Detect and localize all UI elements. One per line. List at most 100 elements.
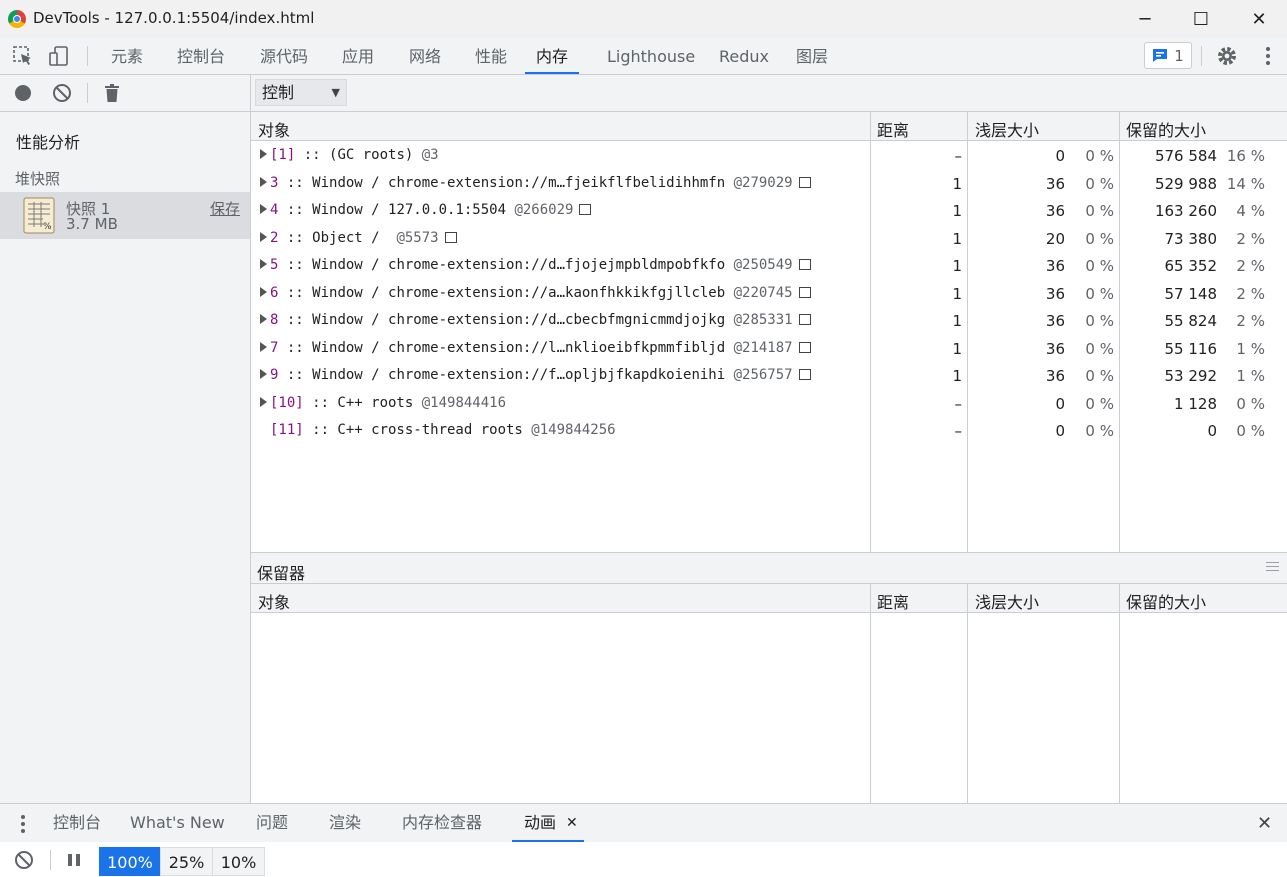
- dropdown-arrow-icon: ▼: [331, 86, 340, 99]
- retainers-column-object[interactable]: 对象: [258, 589, 290, 613]
- pause-all-icon[interactable]: [64, 851, 84, 869]
- shallow-size-cell: 36: [1045, 284, 1065, 303]
- drawer-tab-memory-inspector[interactable]: 内存检查器: [402, 804, 482, 842]
- tab-layers[interactable]: 图层: [787, 38, 837, 74]
- tab-elements[interactable]: 元素: [102, 38, 152, 74]
- main-tab-bar: 元素 控制台 源代码 应用 网络 性能 内存 Lighthouse Redux …: [0, 38, 1287, 75]
- retained-size-cell: 163 260: [1154, 202, 1217, 220]
- drawer-tab-issues[interactable]: 问题: [256, 804, 288, 842]
- drawer-menu-icon[interactable]: [14, 813, 32, 835]
- tab-sources[interactable]: 源代码: [251, 38, 317, 74]
- expand-triangle-icon[interactable]: [260, 396, 267, 407]
- reveal-in-panel-icon[interactable]: [579, 204, 592, 215]
- tab-console[interactable]: 控制台: [168, 38, 234, 74]
- object-id: @149844256: [531, 422, 616, 438]
- column-header-object[interactable]: 对象: [258, 117, 290, 141]
- distance-cell: 1: [952, 174, 962, 193]
- expand-triangle-icon[interactable]: [260, 286, 267, 297]
- table-row[interactable]: [11] :: C++ cross-thread roots @14984425…: [251, 417, 1287, 445]
- tab-redux[interactable]: Redux: [710, 38, 778, 74]
- record-icon[interactable]: [12, 83, 34, 103]
- reveal-in-panel-icon[interactable]: [798, 341, 811, 353]
- object-label: [10]: [270, 394, 304, 411]
- shallow-percent-cell: 0 %: [1085, 422, 1114, 440]
- table-row[interactable]: 6 :: Window / chrome-extension://a…kaonf…: [251, 280, 1287, 308]
- close-window-button[interactable]: ✕: [1236, 0, 1282, 38]
- object-id: @285331: [733, 312, 793, 328]
- resize-handle-icon[interactable]: [1266, 562, 1279, 571]
- object-description: :: C++ roots: [303, 394, 422, 411]
- speed-10-button[interactable]: 10%: [212, 847, 265, 876]
- retained-size-cell: 65 352: [1164, 257, 1218, 275]
- expand-triangle-icon[interactable]: [260, 149, 267, 159]
- expand-triangle-icon[interactable]: [260, 204, 267, 214]
- column-header-distance[interactable]: 距离: [877, 117, 909, 141]
- tab-lighthouse[interactable]: Lighthouse: [598, 38, 704, 74]
- table-row[interactable]: 3 :: Window / chrome-extension://m…fjeik…: [251, 170, 1287, 198]
- tab-application[interactable]: 应用: [333, 38, 383, 74]
- shallow-percent-cell: 0 %: [1085, 257, 1114, 275]
- expand-triangle-icon[interactable]: [260, 259, 267, 269]
- retained-size-cell: 55 116: [1164, 339, 1218, 358]
- close-drawer-icon[interactable]: ✕: [1257, 813, 1272, 834]
- view-mode-select[interactable]: 控制 ▼: [255, 79, 347, 106]
- snapshot-save-link[interactable]: 保存: [210, 198, 240, 219]
- tab-memory[interactable]: 内存: [525, 38, 579, 74]
- retained-percent-cell: 2 %: [1236, 312, 1265, 330]
- drawer-tab-animations[interactable]: 动画 ✕: [512, 804, 584, 842]
- table-row[interactable]: [10] :: C++ roots @149844416 – 0 0 % 1 128 0 …: [251, 390, 1287, 418]
- reveal-in-panel-icon[interactable]: [798, 259, 811, 270]
- settings-gear-icon[interactable]: [1214, 44, 1240, 68]
- table-row[interactable]: 5 :: Window / chrome-extension://d…fjoje…: [251, 252, 1287, 280]
- object-id: @220745: [733, 284, 793, 301]
- table-row[interactable]: 7 :: Window / chrome-extension://l…nklio…: [251, 335, 1287, 363]
- table-row[interactable]: 9 :: Window / chrome-extension://f…opljb…: [251, 362, 1287, 390]
- drawer-tab-console[interactable]: 控制台: [53, 804, 101, 842]
- expand-triangle-icon[interactable]: [260, 369, 267, 379]
- shallow-size-cell: 20: [1045, 229, 1065, 248]
- retainers-column-distance[interactable]: 距离: [877, 589, 909, 613]
- object-description: :: Window / chrome-extension://m…fjeikfl…: [278, 174, 734, 191]
- close-tab-icon[interactable]: ✕: [566, 804, 578, 842]
- object-cell: 3 :: Window / chrome-extension://m…fjeik…: [260, 175, 811, 191]
- object-description: :: Window / chrome-extension://d…fjojejm…: [278, 257, 734, 273]
- expand-triangle-icon[interactable]: [260, 231, 267, 242]
- reveal-in-panel-icon[interactable]: [798, 314, 811, 325]
- reveal-in-panel-icon[interactable]: [798, 369, 811, 380]
- snapshot-item[interactable]: % 快照 1 3.7 MB 保存: [0, 192, 250, 239]
- retainers-column-shallow-size[interactable]: 浅层大小: [975, 589, 1039, 613]
- drawer-tab-whats-new[interactable]: What's New: [130, 804, 225, 842]
- more-options-icon[interactable]: [1258, 44, 1278, 68]
- minimize-button[interactable]: ─: [1122, 0, 1168, 38]
- speed-25-button[interactable]: 25%: [160, 847, 213, 876]
- distance-cell: –: [954, 394, 963, 413]
- shallow-size-cell: 36: [1045, 257, 1065, 275]
- tab-network[interactable]: 网络: [400, 38, 450, 74]
- reveal-in-panel-icon[interactable]: [798, 176, 811, 188]
- tab-performance[interactable]: 性能: [466, 38, 516, 74]
- object-description: :: Window / chrome-extension://f…opljbjf…: [278, 367, 734, 383]
- drawer-tab-rendering[interactable]: 渲染: [329, 804, 361, 842]
- maximize-button[interactable]: ☐: [1178, 0, 1224, 38]
- table-row[interactable]: 2 :: Object / @5573 1 20 0 % 73 380 2 %: [251, 225, 1287, 253]
- clear-all-icon[interactable]: [51, 83, 73, 103]
- column-header-retained-size[interactable]: 保留的大小: [1126, 117, 1206, 141]
- retainers-column-retained-size[interactable]: 保留的大小: [1126, 589, 1206, 613]
- trash-icon[interactable]: [101, 82, 123, 104]
- reveal-in-panel-icon[interactable]: [444, 231, 457, 243]
- expand-triangle-icon[interactable]: [260, 341, 267, 352]
- expand-triangle-icon[interactable]: [260, 176, 267, 187]
- column-header-shallow-size[interactable]: 浅层大小: [975, 117, 1039, 141]
- clear-animations-icon[interactable]: [13, 850, 35, 870]
- speed-100-button[interactable]: 100%: [99, 847, 161, 876]
- inspect-element-icon[interactable]: [10, 44, 36, 68]
- device-toolbar-icon[interactable]: [46, 44, 72, 68]
- table-row[interactable]: [1] :: (GC roots) @3 – 0 0 % 576 584 16 %: [251, 142, 1287, 170]
- distance-cell: –: [954, 147, 963, 165]
- reveal-in-panel-icon[interactable]: [798, 286, 811, 298]
- table-row[interactable]: 4 :: Window / 127.0.0.1:5504 @266029 1 36 0…: [251, 197, 1287, 225]
- table-row[interactable]: 8 :: Window / chrome-extension://d…cbecb…: [251, 307, 1287, 335]
- issues-counter-button[interactable]: 1: [1144, 42, 1192, 69]
- shallow-percent-cell: 0 %: [1085, 394, 1114, 413]
- expand-triangle-icon[interactable]: [260, 314, 267, 324]
